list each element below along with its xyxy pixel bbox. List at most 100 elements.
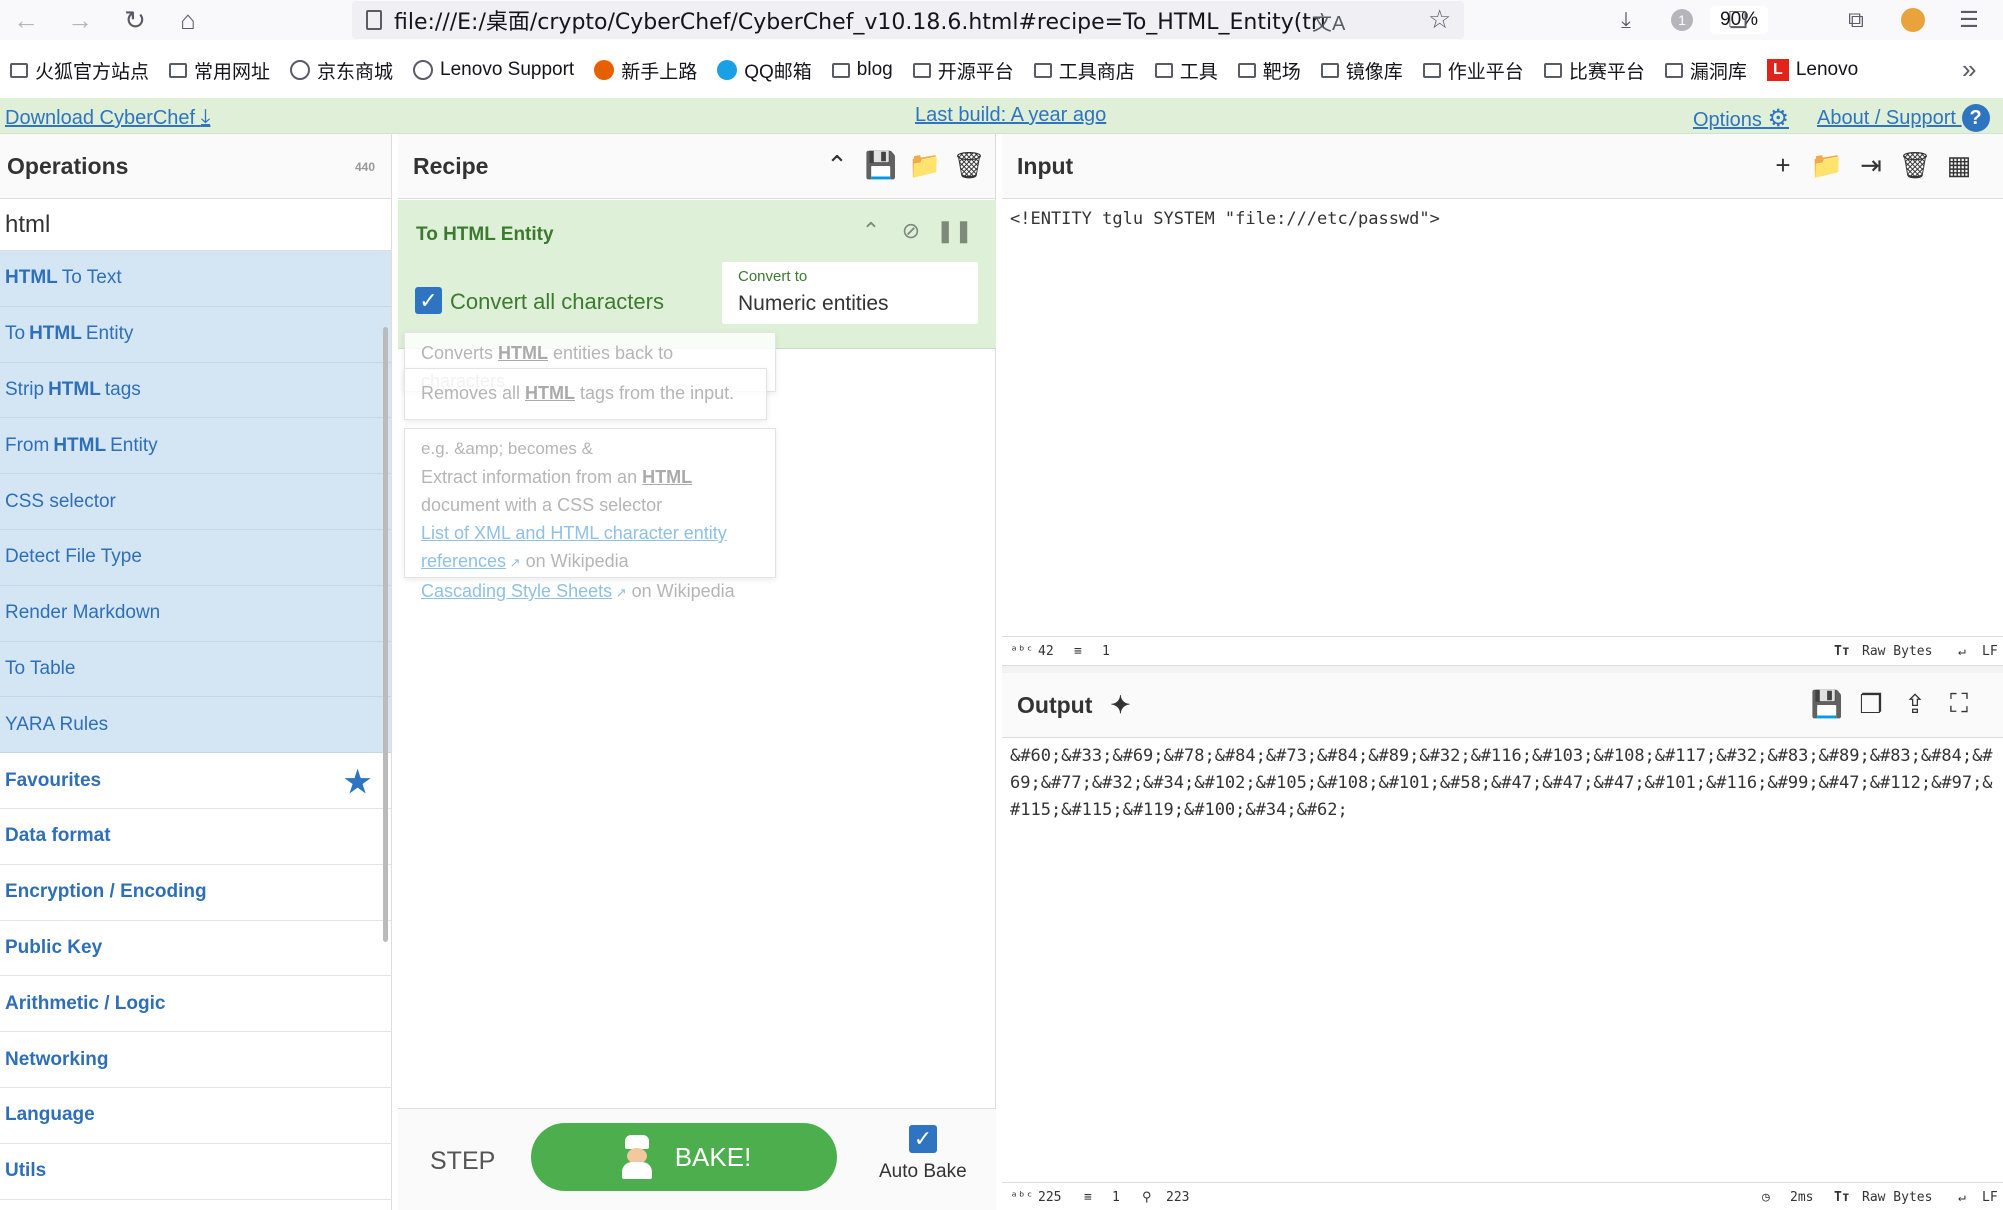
bookmark-item[interactable]: 新手上路 xyxy=(594,57,697,84)
operation-item[interactable]: To HTML Entity xyxy=(0,306,391,363)
bookmark-item[interactable]: 工具商店 xyxy=(1033,57,1135,84)
category-label: Utils xyxy=(5,1160,47,1182)
bookmark-item[interactable]: 靶场 xyxy=(1237,57,1301,84)
operation-item[interactable]: CSS selector xyxy=(0,474,391,530)
back-icon[interactable]: ← xyxy=(6,0,46,40)
input-char-count: 42 xyxy=(1038,644,1054,659)
bookmark-item[interactable]: 镜像库 xyxy=(1320,57,1403,84)
url-text[interactable]: file:///E:/桌面/crypto/CyberChef/CyberChef… xyxy=(394,4,1324,36)
output-line-count: 1 xyxy=(1112,1190,1120,1205)
about-support-link[interactable]: About / Support ? xyxy=(1817,104,1990,132)
add-tab-icon[interactable]: + xyxy=(1768,150,1798,180)
category-label: Data format xyxy=(5,825,111,847)
step-button[interactable]: STEP xyxy=(430,1147,495,1176)
operations-scrollbar[interactable] xyxy=(383,327,388,942)
crop-icon[interactable]: ❏ xyxy=(1718,0,1758,40)
eol-icon: ↵ xyxy=(1958,1190,1966,1205)
operation-item[interactable]: To Table xyxy=(0,641,391,698)
category-item[interactable]: Favourites ★ xyxy=(0,753,391,809)
save-recipe-icon[interactable]: 💾 xyxy=(865,150,897,180)
bookmark-item[interactable]: blog xyxy=(831,59,893,81)
input-eol[interactable]: LF xyxy=(1982,644,1998,659)
bookmark-item[interactable]: L Lenovo xyxy=(1766,59,1858,81)
bookmark-item[interactable]: Lenovo Support xyxy=(413,59,574,81)
category-item[interactable]: Encryption / Encoding xyxy=(0,865,391,921)
folder-icon xyxy=(912,62,931,78)
last-build-link[interactable]: Last build: A year ago xyxy=(915,104,1106,127)
input-encoding[interactable]: Raw Bytes xyxy=(1862,644,1932,659)
magic-wand-icon[interactable]: ✦ xyxy=(1110,691,1130,720)
bookmark-item[interactable]: 工具 xyxy=(1154,57,1218,84)
input-textarea[interactable]: <!ENTITY tglu SYSTEM "file:///etc/passwd… xyxy=(1010,206,2000,233)
output-text[interactable]: &#60;&#33;&#69;&#78;&#84;&#73;&#84;&#89;… xyxy=(1010,743,2000,824)
bookmark-item[interactable]: 比赛平台 xyxy=(1543,57,1645,84)
category-item[interactable]: Public Key xyxy=(0,921,391,977)
operations-search-input[interactable]: html xyxy=(0,199,391,251)
tooltip-strip-html-tags: Removes all HTML tags from the input. xyxy=(404,368,767,420)
load-recipe-icon[interactable]: 📁 xyxy=(909,150,941,180)
folder-icon xyxy=(1320,62,1339,78)
options-link[interactable]: Options ⚙ xyxy=(1693,104,1789,133)
operation-item[interactable]: Strip HTML tags xyxy=(0,362,391,419)
clear-recipe-icon[interactable]: 🗑 xyxy=(953,150,986,180)
category-item[interactable]: Language xyxy=(0,1088,391,1144)
wikipedia-css-link[interactable]: Cascading Style Sheets xyxy=(421,581,612,601)
bookmark-item[interactable]: QQ邮箱 xyxy=(717,57,812,84)
bookmark-item[interactable]: 京东商城 xyxy=(290,57,393,84)
bookmark-item[interactable]: 漏洞库 xyxy=(1664,57,1747,84)
category-item[interactable]: Data format xyxy=(0,809,391,865)
operations-count: 440 xyxy=(354,160,375,174)
home-icon[interactable]: ⌂ xyxy=(168,0,208,40)
convert-all-checkbox[interactable]: ✓ xyxy=(415,287,442,314)
forward-icon[interactable]: → xyxy=(60,0,100,40)
bookmark-item[interactable]: 开源平台 xyxy=(912,57,1014,84)
open-folder-icon[interactable]: 📁 xyxy=(1811,150,1843,180)
url-bar[interactable]: file:///E:/桌面/crypto/CyberChef/CyberChef… xyxy=(352,1,1769,39)
bake-button[interactable]: BAKE! xyxy=(531,1123,837,1191)
save-output-icon[interactable]: 💾 xyxy=(1811,689,1843,719)
convert-to-select[interactable]: Convert to Numeric entities xyxy=(722,262,978,324)
bookmark-star-icon[interactable]: ☆ xyxy=(1428,4,1451,35)
disable-icon[interactable]: ⊘ xyxy=(896,218,926,244)
category-item[interactable]: Networking xyxy=(0,1032,391,1088)
bookmark-item[interactable]: 常用网址 xyxy=(169,57,270,84)
pause-icon[interactable]: ❚❚ xyxy=(936,218,973,244)
category-label: Language xyxy=(5,1104,95,1126)
copy-output-icon[interactable]: ❐ xyxy=(1856,689,1886,719)
operation-item[interactable]: YARA Rules xyxy=(0,697,391,754)
replace-input-icon[interactable]: ⇪ xyxy=(1900,689,1930,719)
clear-input-icon[interactable]: 🗑 xyxy=(1899,150,1932,180)
auto-bake-checkbox[interactable]: ✓ xyxy=(909,1125,937,1153)
category-label: Networking xyxy=(5,1048,109,1070)
operation-item[interactable]: HTML To Text xyxy=(0,251,391,307)
cyberchef-banner: Download CyberChef ⤓ Last build: A year … xyxy=(0,98,2003,134)
operation-item[interactable]: From HTML Entity xyxy=(0,418,391,475)
category-item[interactable]: Arithmetic / Logic xyxy=(0,976,391,1033)
menu-icon[interactable]: ☰ xyxy=(1949,0,1989,40)
io-splitter[interactable] xyxy=(1002,665,2003,673)
collapse-all-icon[interactable]: ⌃ xyxy=(822,150,852,180)
chevron-up-icon[interactable]: ⌃ xyxy=(856,218,886,244)
location-pin-icon: ⚲ xyxy=(1142,1190,1152,1205)
operation-item[interactable]: Render Markdown xyxy=(0,585,391,642)
category-item[interactable]: Utils xyxy=(0,1144,391,1200)
output-encoding[interactable]: Raw Bytes xyxy=(1862,1190,1932,1205)
operation-item[interactable]: Detect File Type xyxy=(0,529,391,586)
output-title: Output xyxy=(1017,691,1093,718)
extensions-icon[interactable]: ⧉ xyxy=(1836,0,1876,40)
globe-icon xyxy=(413,60,434,80)
reset-layout-icon[interactable]: ▦ xyxy=(1944,150,1974,180)
notification-badge[interactable]: 1 xyxy=(1662,0,1702,40)
translate-icon[interactable]: 文A xyxy=(1312,7,1345,36)
open-file-icon[interactable]: ⇥ xyxy=(1856,150,1886,180)
profile-avatar-icon[interactable] xyxy=(1893,0,1933,40)
reload-icon[interactable]: ↻ xyxy=(115,0,155,40)
recipe-operation-card[interactable]: To HTML Entity ⌃ ⊘ ❚❚ ✓ Convert all char… xyxy=(398,200,996,349)
maximise-icon[interactable]: ⛶ xyxy=(1944,688,1974,719)
output-eol[interactable]: LF xyxy=(1982,1190,1998,1205)
bookmark-item[interactable]: 作业平台 xyxy=(1422,57,1524,84)
download-cyberchef-link[interactable]: Download CyberChef ⤓ xyxy=(5,104,210,130)
bookmark-item[interactable]: 火狐官方站点 xyxy=(10,57,149,84)
downloads-icon[interactable]: ⤓ xyxy=(1606,0,1646,40)
bookmarks-overflow-icon[interactable]: » xyxy=(1962,54,1976,85)
